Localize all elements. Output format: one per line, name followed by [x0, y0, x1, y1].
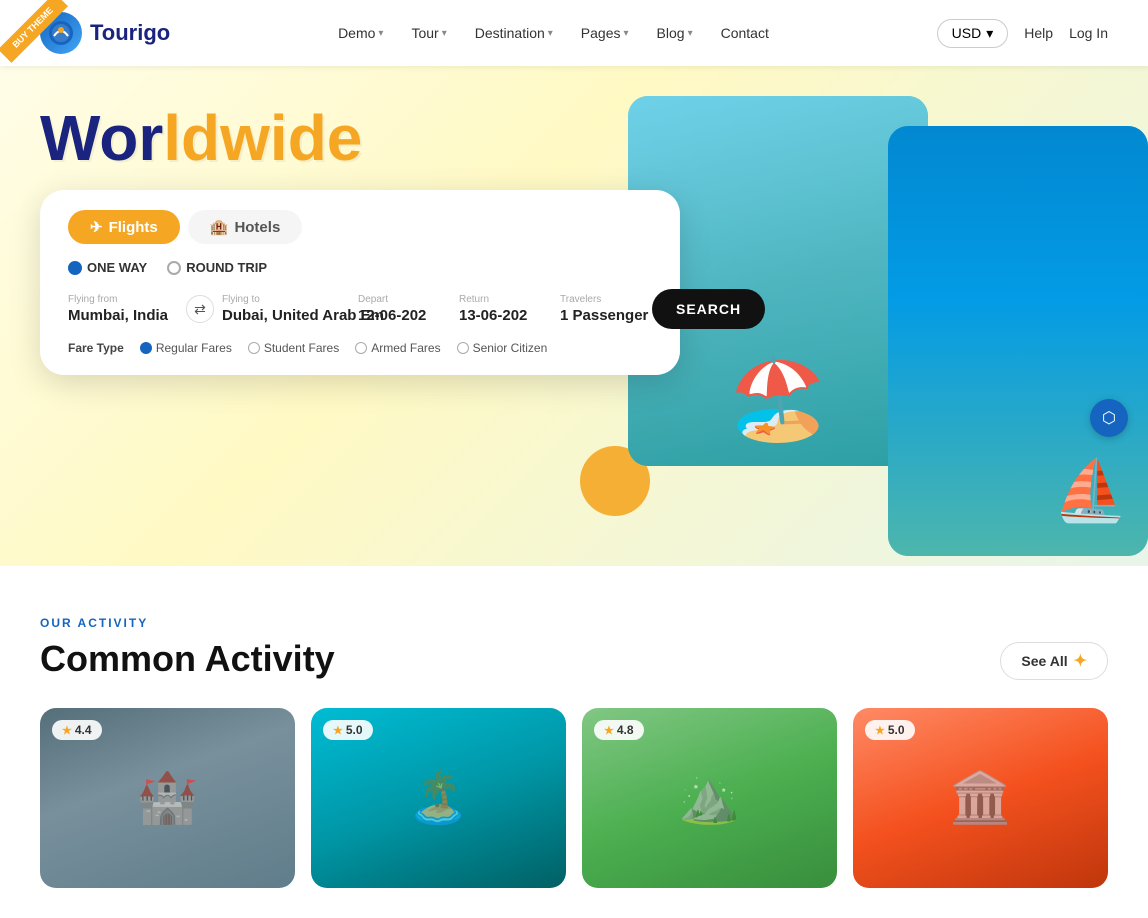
star-icon-3: ★: [604, 724, 614, 737]
fare-type-label: Fare Type: [68, 341, 124, 355]
travelers-field[interactable]: Travelers 1 Passenger: [560, 294, 640, 324]
mountain-emoji-icon: ⛰️: [678, 769, 740, 828]
trip-type-selector: ONE WAY ROUND TRIP: [68, 260, 652, 275]
nav-destination[interactable]: Destination ▾: [475, 25, 553, 41]
regular-fares-option[interactable]: Regular Fares: [140, 341, 232, 355]
help-link[interactable]: Help: [1024, 25, 1053, 41]
round-trip-radio[interactable]: ROUND TRIP: [167, 260, 267, 275]
activity-card-maldives[interactable]: 🏝️ ★ 5.0: [311, 708, 566, 888]
search-widget: ✈ Flights 🏨 Hotels ONE WAY ROUND TRIP Fl…: [40, 190, 680, 375]
blog-chevron-icon: ▾: [688, 28, 693, 39]
one-way-radio[interactable]: ONE WAY: [68, 260, 147, 275]
fare-type-selector: Fare Type Regular Fares Student Fares Ar…: [68, 341, 652, 355]
student-fares-radio: [248, 342, 260, 354]
login-link[interactable]: Log In: [1069, 25, 1108, 41]
tour-chevron-icon: ▾: [442, 28, 447, 39]
search-fields: Flying from Mumbai, India ⇄ Flying to Du…: [68, 289, 652, 329]
nav-right: USD ▾ Help Log In: [937, 19, 1108, 48]
regular-fares-radio: [140, 342, 152, 354]
mountain-rating: ★ 4.8: [594, 720, 644, 740]
hotels-tab[interactable]: 🏨 Hotels: [188, 210, 303, 244]
nav-pages[interactable]: Pages ▾: [581, 25, 629, 41]
plane-icon: ✈: [90, 218, 103, 236]
search-button[interactable]: SEARCH: [652, 289, 765, 329]
hotel-icon: 🏨: [210, 218, 229, 236]
europe-emoji-icon: 🏛️: [949, 769, 1011, 828]
search-tabs: ✈ Flights 🏨 Hotels: [68, 210, 652, 244]
see-all-button[interactable]: See All ✦: [1000, 642, 1108, 680]
london-emoji-icon: 🏰: [136, 769, 198, 828]
maldives-emoji-icon: 🏝️: [407, 769, 469, 828]
depart-field[interactable]: Depart 12-06-202: [358, 294, 443, 324]
section-label: OUR ACTIVITY: [40, 616, 335, 630]
one-way-radio-dot: [68, 261, 82, 275]
activity-cards: 🏰 ★ 4.4 🏝️ ★ 5.0 ⛰️ ★ 4.8: [40, 708, 1108, 888]
currency-selector[interactable]: USD ▾: [937, 19, 1009, 48]
senior-citizen-option[interactable]: Senior Citizen: [457, 341, 548, 355]
ribbon-text: BUY THEME: [0, 0, 68, 63]
activity-section: OUR ACTIVITY Common Activity See All ✦ 🏰…: [0, 566, 1148, 918]
round-trip-radio-dot: [167, 261, 181, 275]
flights-tab[interactable]: ✈ Flights: [68, 210, 180, 244]
star-icon: ★: [62, 724, 72, 737]
section-header: OUR ACTIVITY Common Activity See All ✦: [40, 616, 1108, 680]
maldives-rating: ★ 5.0: [323, 720, 373, 740]
pages-chevron-icon: ▾: [624, 28, 629, 39]
europe-rating: ★ 5.0: [865, 720, 915, 740]
hero-section: Worldwide ✈ Flights 🏨 Hotels ONE WAY: [0, 66, 1148, 566]
flying-from-field[interactable]: Flying from Mumbai, India: [68, 294, 178, 324]
see-all-arrow-icon: ✦: [1074, 651, 1087, 671]
float-button-icon: ⬡: [1102, 408, 1116, 428]
nav-links: Demo ▾ Tour ▾ Destination ▾ Pages ▾ Blog…: [338, 25, 769, 41]
senior-citizen-radio: [457, 342, 469, 354]
demo-chevron-icon: ▾: [378, 28, 383, 39]
return-field[interactable]: Return 13-06-202: [459, 294, 544, 324]
activity-card-london[interactable]: 🏰 ★ 4.4: [40, 708, 295, 888]
flying-to-field[interactable]: Flying to Dubai, United Arab Em: [222, 294, 342, 324]
armed-fares-radio: [355, 342, 367, 354]
armed-fares-option[interactable]: Armed Fares: [355, 341, 440, 355]
nav-tour[interactable]: Tour ▾: [411, 25, 446, 41]
buy-theme-ribbon[interactable]: BUY THEME: [0, 0, 70, 70]
currency-chevron-icon: ▾: [986, 25, 993, 42]
float-button[interactable]: ⬡: [1090, 399, 1128, 437]
hero-image-2: [888, 126, 1148, 556]
activity-card-europe[interactable]: 🏛️ ★ 5.0: [853, 708, 1108, 888]
nav-demo[interactable]: Demo ▾: [338, 25, 383, 41]
student-fares-option[interactable]: Student Fares: [248, 341, 339, 355]
section-titles: OUR ACTIVITY Common Activity: [40, 616, 335, 680]
star-icon-2: ★: [333, 724, 343, 737]
navbar: Tourigo Demo ▾ Tour ▾ Destination ▾ Page…: [0, 0, 1148, 66]
destination-chevron-icon: ▾: [548, 28, 553, 39]
london-rating: ★ 4.4: [52, 720, 102, 740]
swap-button[interactable]: ⇄: [186, 295, 214, 323]
star-icon-4: ★: [875, 724, 885, 737]
nav-blog[interactable]: Blog ▾: [657, 25, 693, 41]
logo-text: Tourigo: [90, 20, 170, 46]
activity-card-mountain[interactable]: ⛰️ ★ 4.8: [582, 708, 837, 888]
section-title: Common Activity: [40, 638, 335, 680]
currency-label: USD: [952, 25, 982, 41]
nav-contact[interactable]: Contact: [721, 25, 769, 41]
